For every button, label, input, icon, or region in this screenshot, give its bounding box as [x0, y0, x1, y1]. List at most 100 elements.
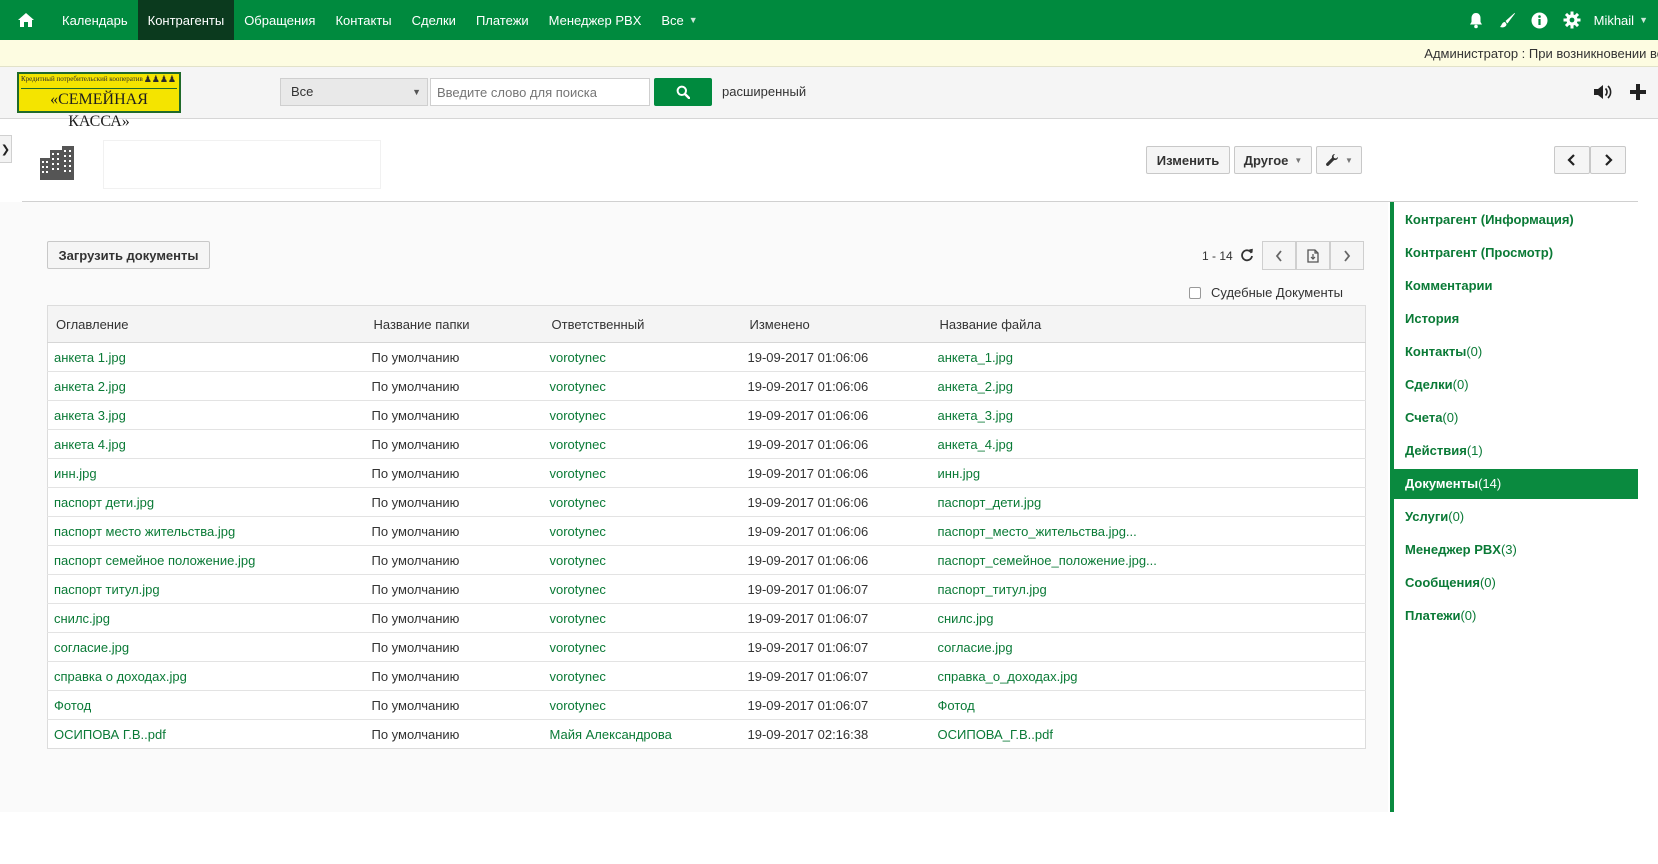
other-dropdown-button[interactable]: Другое ▼ — [1234, 146, 1312, 174]
document-title-link[interactable]: ОСИПОВА Г.В..pdf — [47, 719, 366, 749]
settings-button[interactable] — [1556, 0, 1588, 40]
responsible-user-link[interactable]: vorotynec — [544, 343, 742, 372]
file-name-link[interactable]: паспорт_дети.jpg — [931, 487, 1366, 517]
theme-button[interactable] — [1492, 0, 1524, 40]
column-header-modified[interactable]: Изменено — [741, 305, 932, 343]
refresh-icon[interactable] — [1240, 248, 1254, 265]
file-name-link[interactable]: анкета_4.jpg — [931, 429, 1366, 459]
responsible-user-link[interactable]: vorotynec — [543, 458, 742, 488]
responsible-user-link[interactable]: vorotynec — [543, 603, 742, 633]
nav-contacts[interactable]: Контакты — [325, 0, 401, 40]
user-name: Mikhail — [1593, 12, 1635, 28]
search-input[interactable] — [430, 78, 650, 106]
file-name-link[interactable]: анкета_2.jpg — [931, 371, 1366, 401]
previous-page-button[interactable] — [1262, 241, 1296, 270]
next-page-button[interactable] — [1330, 241, 1364, 270]
checkbox-box[interactable] — [1189, 286, 1201, 299]
column-header-title[interactable]: Оглавление — [47, 305, 366, 343]
sidebar-item-invoices[interactable]: Счета(0) — [1394, 403, 1638, 433]
admin-notice-text: Администратор : При возникновении во — [1424, 46, 1658, 61]
responsible-user-link[interactable]: vorotynec — [543, 632, 742, 662]
next-record-button[interactable] — [1590, 146, 1626, 174]
file-name-link[interactable]: паспорт_место_жительства.jpg... — [931, 516, 1366, 546]
sound-toggle-button[interactable] — [1589, 79, 1615, 105]
search-scope-select[interactable]: Все ▼ — [280, 78, 428, 106]
document-title-link[interactable]: паспорт место жительства.jpg — [47, 516, 366, 546]
document-title-link[interactable]: анкета 3.jpg — [47, 400, 366, 430]
folder-name: По умолчанию — [365, 632, 544, 662]
responsible-user-link[interactable]: vorotynec — [543, 371, 742, 401]
responsible-user-link[interactable]: vorotynec — [543, 487, 742, 517]
sidebar-item-history[interactable]: История — [1394, 304, 1638, 334]
column-header-responsible[interactable]: Ответственный — [543, 305, 742, 343]
file-name-link[interactable]: снилс.jpg — [931, 603, 1366, 633]
document-title-link[interactable]: снилс.jpg — [47, 603, 366, 633]
sidebar-item-account-view[interactable]: Контрагент (Просмотр) — [1394, 238, 1638, 268]
nav-pbx-manager[interactable]: Менеджер PBX — [539, 0, 652, 40]
user-menu[interactable]: Mikhail ▼ — [1588, 13, 1658, 28]
tools-dropdown-button[interactable]: ▼ — [1316, 146, 1362, 174]
responsible-user-link[interactable]: vorotynec — [543, 545, 742, 575]
document-title-link[interactable]: паспорт семейное положение.jpg — [47, 545, 366, 575]
sidebar-toggle-button[interactable]: ❯ — [0, 135, 12, 163]
responsible-user-link[interactable]: vorotynec — [543, 516, 742, 546]
court-documents-checkbox[interactable]: Судебные Документы — [1189, 285, 1343, 300]
nav-payments[interactable]: Платежи — [466, 0, 539, 40]
file-name-link[interactable]: паспорт_семейное_положение.jpg... — [931, 545, 1366, 575]
search-button[interactable] — [654, 78, 712, 106]
file-name-link[interactable]: Фотод — [931, 690, 1366, 720]
sidebar-item-activities[interactable]: Действия(1) — [1394, 436, 1638, 466]
column-header-folder[interactable]: Название папки — [365, 305, 544, 343]
document-title-link[interactable]: инн.jpg — [47, 458, 366, 488]
export-page-button[interactable] — [1296, 241, 1330, 270]
responsible-user-link[interactable]: vorotynec — [543, 429, 742, 459]
file-name-link[interactable]: ОСИПОВА_Г.В..pdf — [931, 719, 1366, 749]
responsible-user-link[interactable]: vorotynec — [543, 661, 742, 691]
nav-accounts[interactable]: Контрагенты — [137, 0, 235, 40]
file-name-link[interactable]: паспорт_титул.jpg — [931, 574, 1366, 604]
sidebar-item-account-info[interactable]: Контрагент (Информация) — [1394, 205, 1638, 235]
file-name-link[interactable]: анкета_3.jpg — [931, 400, 1366, 430]
sidebar-item-comments[interactable]: Комментарии — [1394, 271, 1638, 301]
previous-record-button[interactable] — [1554, 146, 1590, 174]
notifications-button[interactable] — [1460, 0, 1492, 40]
document-title-link[interactable]: паспорт дети.jpg — [47, 487, 366, 517]
file-name-link[interactable]: согласие.jpg — [931, 632, 1366, 662]
responsible-user-link[interactable]: vorotynec — [543, 574, 742, 604]
quick-create-button[interactable] — [1625, 79, 1651, 105]
document-title-link[interactable]: согласие.jpg — [47, 632, 366, 662]
document-title-link[interactable]: справка о доходах.jpg — [47, 661, 366, 691]
nav-calendar[interactable]: Календарь — [52, 0, 138, 40]
table-row: согласие.jpg По умолчанию vorotynec 19-0… — [47, 632, 1366, 662]
info-button[interactable] — [1524, 0, 1556, 40]
nav-cases[interactable]: Обращения — [234, 0, 325, 40]
company-logo[interactable]: Кредитный потребительский кооператив ♟♟♟… — [17, 72, 181, 130]
upload-documents-button[interactable]: Загрузить документы — [47, 241, 210, 269]
sidebar-item-documents[interactable]: Документы(14) — [1394, 469, 1638, 499]
sidebar-item-contacts[interactable]: Контакты(0) — [1394, 337, 1638, 367]
sidebar-item-deals[interactable]: Сделки(0) — [1394, 370, 1638, 400]
sidebar-item-payments[interactable]: Платежи(0) — [1394, 601, 1638, 631]
document-title-link[interactable]: паспорт титул.jpg — [47, 574, 366, 604]
responsible-user-link[interactable]: vorotynec — [543, 690, 742, 720]
column-header-filename[interactable]: Название файла — [931, 305, 1366, 343]
sidebar-item-messages[interactable]: Сообщения(0) — [1394, 568, 1638, 598]
file-name-link[interactable]: инн.jpg — [931, 458, 1366, 488]
advanced-search-link[interactable]: расширенный — [722, 78, 806, 106]
document-title-link[interactable]: Фотод — [47, 690, 366, 720]
document-title-link[interactable]: анкета 4.jpg — [47, 429, 366, 459]
home-button[interactable] — [0, 0, 52, 40]
sidebar-item-services[interactable]: Услуги(0) — [1394, 502, 1638, 532]
document-title-link[interactable]: анкета 1.jpg — [48, 343, 366, 372]
file-name-link[interactable]: анкета_1.jpg — [932, 343, 1366, 372]
file-name-link[interactable]: справка_о_доходах.jpg — [931, 661, 1366, 691]
nav-all-dropdown[interactable]: Все ▼ — [651, 0, 707, 40]
edit-button[interactable]: Изменить — [1146, 146, 1230, 174]
responsible-user-link[interactable]: vorotynec — [543, 400, 742, 430]
document-title-link[interactable]: анкета 2.jpg — [47, 371, 366, 401]
nav-label: Менеджер PBX — [548, 12, 642, 28]
sidebar-item-pbx-manager[interactable]: Менеджер PBX(3) — [1394, 535, 1638, 565]
responsible-user-link[interactable]: Майя Александрова — [543, 719, 742, 749]
nav-deals[interactable]: Сделки — [402, 0, 466, 40]
sidebar-item-label: Услуги — [1405, 509, 1449, 524]
